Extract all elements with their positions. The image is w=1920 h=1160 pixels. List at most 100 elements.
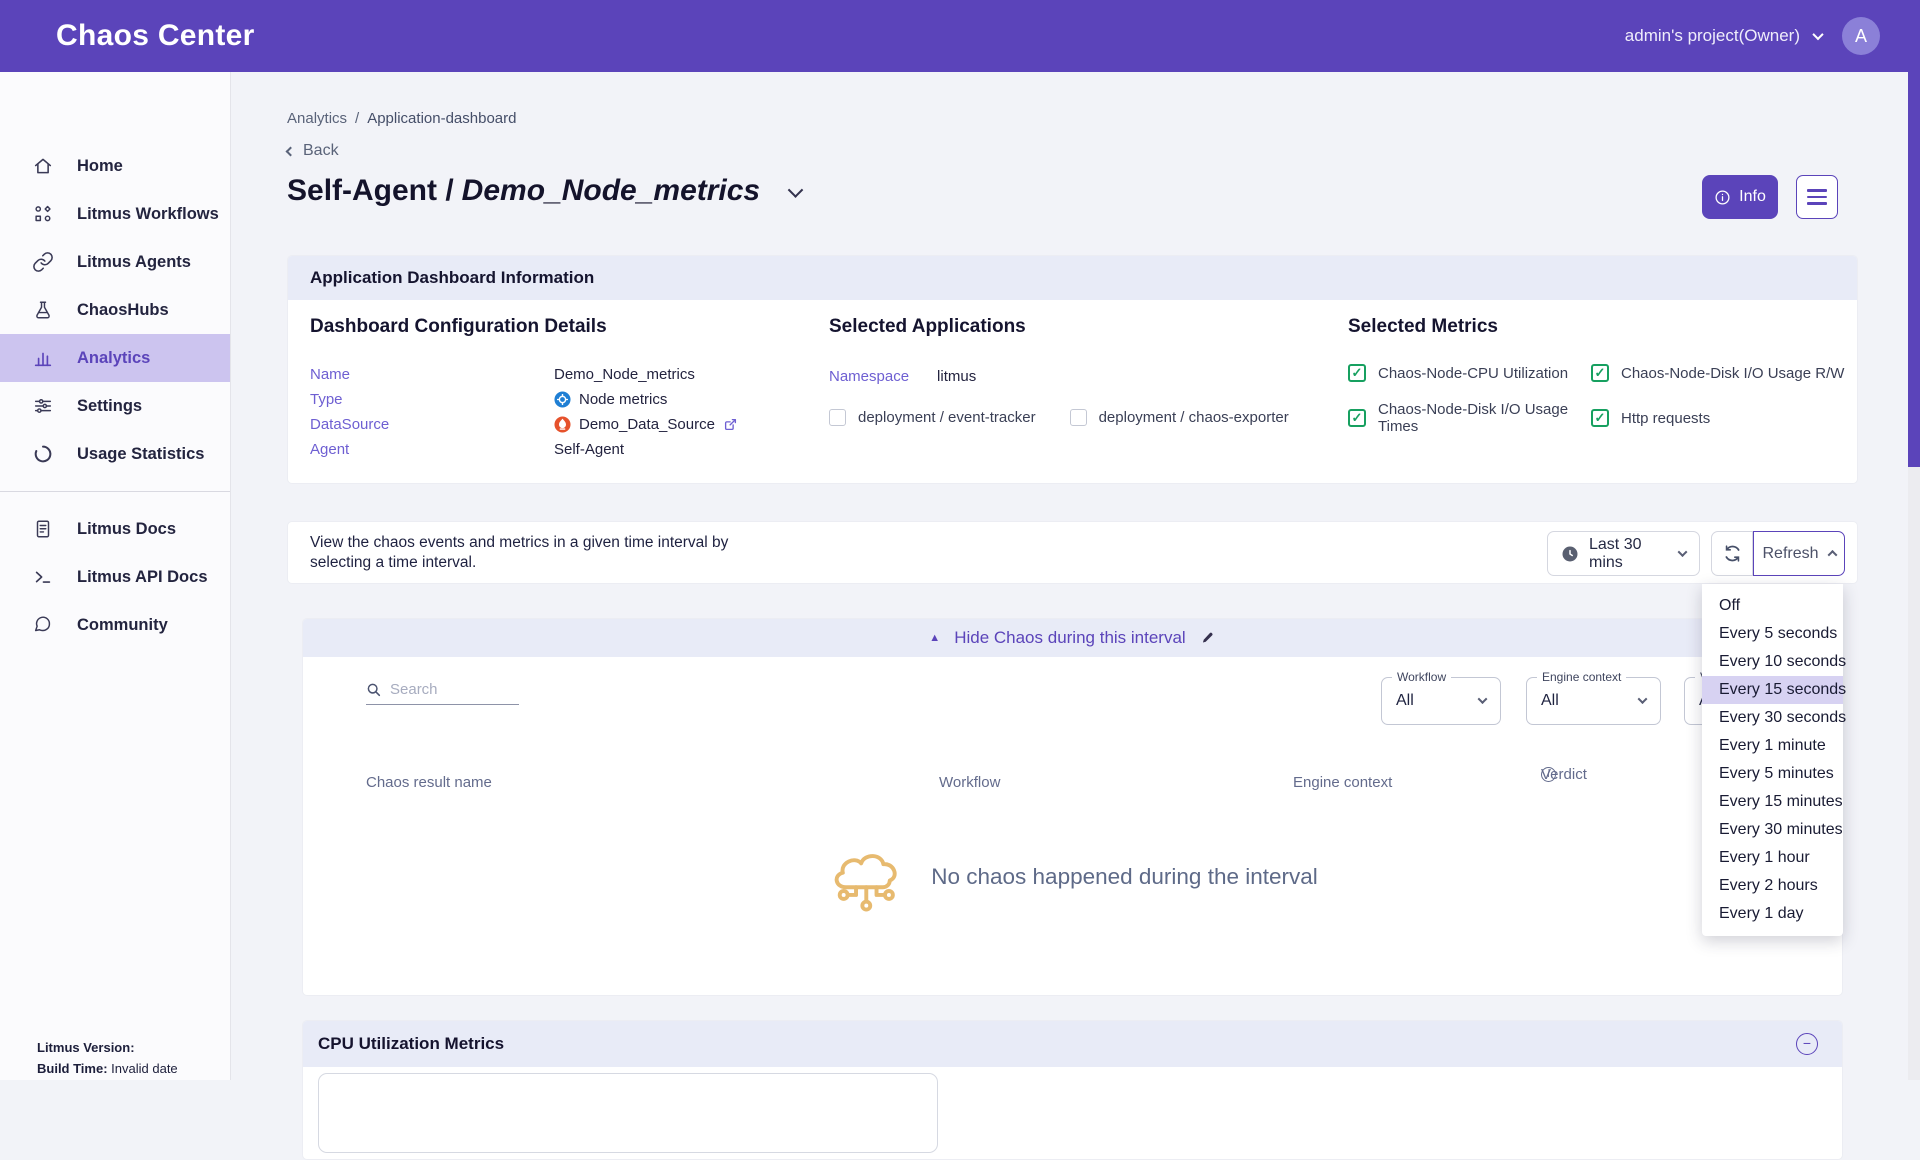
sidebar-item-litmus-api-docs[interactable]: Litmus API Docs <box>0 553 230 601</box>
checkbox-checked[interactable]: ✓ <box>1348 409 1366 427</box>
sidebar-item-label: Usage Statistics <box>77 445 204 464</box>
main-content: Analytics / Application-dashboard Back S… <box>231 72 1920 1080</box>
bar-chart-icon <box>31 346 55 370</box>
home-icon <box>31 154 55 178</box>
time-range-select[interactable]: Last 30 mins <box>1547 531 1700 576</box>
engine-context-filter-select[interactable]: Engine context All <box>1526 677 1661 725</box>
menu-item-every-1-minute[interactable]: Every 1 minute <box>1702 732 1843 760</box>
clock-icon <box>1561 545 1579 563</box>
empty-state: No chaos happened during the interval <box>303 841 1842 913</box>
back-button[interactable]: Back <box>287 142 339 160</box>
sidebar-item-litmus-workflows[interactable]: Litmus Workflows <box>0 190 230 238</box>
search-input[interactable] <box>390 681 502 698</box>
document-icon <box>31 517 55 541</box>
sidebar-item-label: Settings <box>77 397 142 416</box>
refresh-rate-menu: Off Every 5 seconds Every 10 seconds Eve… <box>1702 584 1843 936</box>
options-menu-button[interactable] <box>1796 175 1838 219</box>
collapse-minus-button[interactable]: − <box>1796 1033 1818 1055</box>
menu-item-off[interactable]: Off <box>1702 592 1843 620</box>
sidebar-item-analytics[interactable]: Analytics <box>0 334 230 382</box>
loader-circle-icon <box>31 442 55 466</box>
dashboard-name: Demo_Node_metrics <box>462 174 760 208</box>
title-dropdown-chevron-icon[interactable] <box>788 182 804 198</box>
sidebar-item-label: ChaosHubs <box>77 301 169 320</box>
sidebar-item-settings[interactable]: Settings <box>0 382 230 430</box>
hide-chaos-toggle[interactable]: Hide Chaos during this interval <box>954 628 1186 648</box>
sidebar-item-label: Community <box>77 616 168 635</box>
terminal-icon <box>31 565 55 589</box>
checkbox-checked[interactable]: ✓ <box>1348 364 1366 382</box>
sidebar-item-usage-statistics[interactable]: Usage Statistics <box>0 430 230 478</box>
panel-title: Application Dashboard Information <box>310 268 594 288</box>
menu-item-every-5-minutes[interactable]: Every 5 minutes <box>1702 760 1843 788</box>
column-workflow: Workflow <box>939 774 1000 791</box>
verdict-info-icon[interactable]: i <box>1541 767 1556 782</box>
sidebar-item-litmus-agents[interactable]: Litmus Agents <box>0 238 230 286</box>
checkbox-checked[interactable]: ✓ <box>1591 409 1609 427</box>
sidebar-item-home[interactable]: Home <box>0 142 230 190</box>
cpu-metrics-panel: CPU Utilization Metrics − <box>302 1020 1843 1160</box>
table-header-row: Chaos result name Workflow Engine contex… <box>303 774 1842 794</box>
config-row-datasource: DataSource Demo_Data_Source <box>310 412 738 437</box>
edit-pencil-icon[interactable] <box>1200 630 1216 646</box>
panel-header: Application Dashboard Information <box>288 256 1857 300</box>
avatar[interactable]: A <box>1842 17 1880 55</box>
breadcrumb-current: Application-dashboard <box>367 110 516 127</box>
dashboard-info-panel: Application Dashboard Information Dashbo… <box>287 255 1858 484</box>
sidebar-item-label: Litmus Workflows <box>77 205 219 224</box>
checkbox-checked[interactable]: ✓ <box>1591 364 1609 382</box>
config-row-type: Type Node metrics <box>310 387 738 412</box>
config-row-name: Name Demo_Node_metrics <box>310 362 738 387</box>
interval-bar: View the chaos events and metrics in a g… <box>287 521 1858 584</box>
info-icon <box>1714 189 1731 206</box>
node-metrics-icon <box>554 391 571 408</box>
namespace-row: Namespace litmus <box>829 368 1289 385</box>
external-link-icon[interactable] <box>723 417 738 432</box>
workflow-filter-select[interactable]: Workflow All <box>1381 677 1501 725</box>
sidebar-item-community[interactable]: Community <box>0 601 230 649</box>
application-checkbox-chaos-exporter: deployment / chaos-exporter <box>1070 409 1289 426</box>
menu-item-every-30-minutes[interactable]: Every 30 minutes <box>1702 816 1843 844</box>
sidebar-item-label: Litmus Docs <box>77 520 176 539</box>
refresh-rate-button[interactable]: Refresh <box>1753 531 1845 576</box>
menu-item-every-1-hour[interactable]: Every 1 hour <box>1702 844 1843 872</box>
checkbox-unchecked[interactable] <box>1070 409 1087 426</box>
sidebar-item-label: Home <box>77 157 123 176</box>
project-switcher[interactable]: admin's project(Owner) <box>1625 26 1822 46</box>
sidebar: Home Litmus Workflows Litmus Agents Chao… <box>0 72 231 1080</box>
version-info: Litmus Version: Build Time: Invalid date <box>37 1038 178 1080</box>
metric-checkbox-cpu: ✓ Chaos-Node-CPU Utilization <box>1348 364 1591 382</box>
sidebar-item-litmus-docs[interactable]: Litmus Docs <box>0 505 230 553</box>
config-section-title: Dashboard Configuration Details <box>310 316 738 338</box>
menu-item-every-2-hours[interactable]: Every 2 hours <box>1702 872 1843 900</box>
workflows-icon <box>31 202 55 226</box>
chaos-cloud-icon <box>827 841 909 913</box>
hamburger-icon <box>1807 189 1827 191</box>
menu-item-every-15-seconds[interactable]: Every 15 seconds <box>1702 676 1843 704</box>
sidebar-item-label: Analytics <box>77 349 150 368</box>
chevron-left-icon <box>286 146 296 156</box>
refresh-now-button[interactable] <box>1711 531 1753 576</box>
config-row-agent: Agent Self-Agent <box>310 437 738 462</box>
menu-item-every-1-day[interactable]: Every 1 day <box>1702 900 1843 928</box>
sidebar-item-chaoshubs[interactable]: ChaosHubs <box>0 286 230 334</box>
top-bar: Chaos Center admin's project(Owner) A <box>0 0 1920 72</box>
flask-icon <box>31 298 55 322</box>
chevron-up-icon <box>1827 550 1837 560</box>
chevron-down-icon <box>1678 547 1688 557</box>
menu-item-every-5-seconds[interactable]: Every 5 seconds <box>1702 620 1843 648</box>
menu-item-every-30-seconds[interactable]: Every 30 seconds <box>1702 704 1843 732</box>
collapse-caret-icon[interactable]: ▲ <box>929 632 940 644</box>
project-name: admin's project(Owner) <box>1625 26 1800 46</box>
interval-description: View the chaos events and metrics in a g… <box>310 533 790 573</box>
checkbox-unchecked[interactable] <box>829 409 846 426</box>
column-engine-context: Engine context <box>1293 774 1392 791</box>
page-scrollbar <box>1908 72 1920 1080</box>
search-icon <box>366 682 382 698</box>
scrollbar-thumb[interactable] <box>1908 72 1920 467</box>
menu-item-every-10-seconds[interactable]: Every 10 seconds <box>1702 648 1843 676</box>
metric-checkbox-disk-times: ✓ Chaos-Node-Disk I/O Usage Times <box>1348 401 1591 435</box>
breadcrumb-analytics[interactable]: Analytics <box>287 110 347 127</box>
info-button[interactable]: Info <box>1702 175 1778 219</box>
menu-item-every-15-minutes[interactable]: Every 15 minutes <box>1702 788 1843 816</box>
